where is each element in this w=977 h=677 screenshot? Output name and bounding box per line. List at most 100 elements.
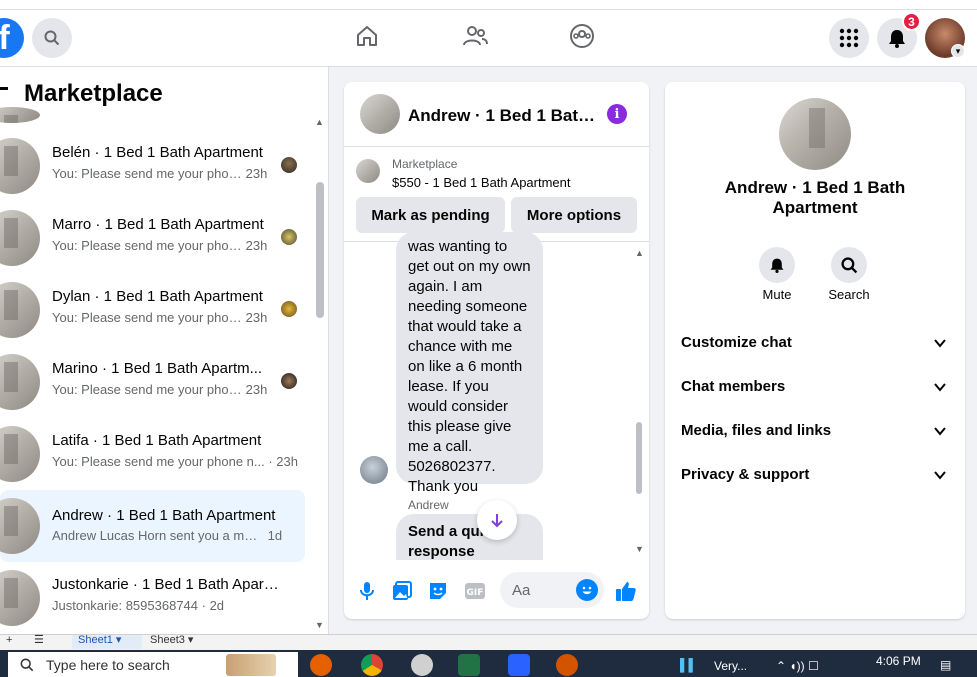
- back-arrow-icon[interactable]: [0, 87, 8, 90]
- chevron-down-icon: [934, 339, 946, 348]
- listing-thumbnail: [0, 498, 40, 554]
- sheet-list-icon[interactable]: ☰: [34, 635, 44, 649]
- clock-time[interactable]: 4:06 PM: [876, 654, 921, 668]
- bell-icon: [889, 30, 905, 48]
- sender-name: Andrew: [408, 498, 449, 512]
- conversation-item[interactable]: Marino · 1 Bed 1 Bath Apartm... You: Ple…: [0, 352, 305, 412]
- seen-avatar: [281, 157, 297, 173]
- conversation-preview: You: Please send me your phone n... · 23…: [52, 454, 298, 469]
- listing-thumbnail: [0, 354, 40, 410]
- sticker-button[interactable]: [427, 580, 449, 602]
- section-customize-chat[interactable]: Customize chat: [665, 322, 965, 366]
- arrow-down-icon: [491, 514, 503, 528]
- conversation-title: Dylan · 1 Bed 1 Bath Apartment: [52, 288, 263, 305]
- svg-text:GIF: GIF: [467, 588, 484, 598]
- app-icon[interactable]: [411, 654, 433, 676]
- info-icon[interactable]: i: [607, 104, 627, 124]
- facebook-logo[interactable]: f: [0, 18, 24, 58]
- groups-nav-button[interactable]: [568, 22, 596, 50]
- listing-bar: Marketplace $550 - 1 Bed 1 Bath Apartmen…: [344, 147, 649, 242]
- chevron-down-icon[interactable]: ▾: [951, 44, 965, 58]
- microphone-button[interactable]: [356, 580, 378, 602]
- top-nav: f 3 ▾: [0, 10, 977, 67]
- search-label: Search: [828, 287, 870, 302]
- chat-thumbnail[interactable]: [360, 94, 400, 134]
- friends-icon: [463, 26, 488, 46]
- chat-info-panel: Andrew · 1 Bed 1 Bath Apartment Mute Sea…: [665, 82, 965, 619]
- message-composer: GIF Aa: [344, 569, 649, 619]
- conversation-title: Andrew · 1 Bed 1 Bath Apartment: [52, 507, 276, 524]
- browser-strip: [0, 0, 977, 10]
- search-button[interactable]: [32, 18, 72, 58]
- friends-nav-button[interactable]: [461, 22, 489, 50]
- scroll-up-icon[interactable]: ▲: [635, 248, 644, 258]
- mute-button[interactable]: Mute: [747, 247, 807, 302]
- conversation-title: Justonkarie · 1 Bed 1 Bath Apart...: [52, 576, 280, 593]
- listing-thumbnail: [0, 426, 40, 482]
- listing-thumbnail: [0, 138, 40, 194]
- conversation-preview: You: Please send me your phon... 23h: [52, 166, 268, 181]
- like-button[interactable]: [615, 580, 637, 602]
- sender-avatar[interactable]: [360, 456, 388, 484]
- listing-thumbnail: [0, 570, 40, 626]
- listing-title[interactable]: $550 - 1 Bed 1 Bath Apartment: [392, 175, 571, 190]
- scroll-down-icon[interactable]: ▼: [315, 620, 324, 630]
- message-bubble: was wanting to get out on my own again. …: [396, 232, 543, 495]
- sticker-icon: [430, 583, 446, 599]
- inbox-scrollbar[interactable]: [316, 182, 324, 318]
- shield-app-icon[interactable]: [508, 654, 530, 676]
- taskbar-search[interactable]: Type here to search: [8, 652, 298, 677]
- listing-label: Marketplace: [392, 157, 458, 171]
- notification-center-icon[interactable]: ▤: [940, 658, 951, 672]
- chevron-down-icon: [934, 383, 946, 392]
- photo-icon: [393, 581, 412, 600]
- menu-button[interactable]: [829, 18, 869, 58]
- conversation-title: Latifa · 1 Bed 1 Bath Apartment: [52, 432, 262, 449]
- microphone-icon: [360, 582, 374, 600]
- section-chat-members[interactable]: Chat members: [665, 366, 965, 410]
- search-icon: [44, 30, 60, 46]
- section-privacy-support[interactable]: Privacy & support: [665, 454, 965, 498]
- conversation-item[interactable]: Belén · 1 Bed 1 Bath Apartment You: Plea…: [0, 136, 305, 196]
- conversation-item[interactable]: Latifa · 1 Bed 1 Bath Apartment You: Ple…: [0, 424, 305, 484]
- chat-title[interactable]: Andrew · 1 Bed 1 Bath...: [408, 106, 598, 126]
- section-media-files-links[interactable]: Media, files and links: [665, 410, 965, 454]
- windows-taskbar: Type here to search ▌▌ Very... ⌃ ◖)) ☐ 4…: [0, 650, 977, 677]
- excel-icon[interactable]: [458, 654, 480, 676]
- weather-text[interactable]: Very...: [714, 659, 747, 673]
- sheet-tab-3[interactable]: Sheet3 ▾: [150, 635, 193, 649]
- scroll-to-bottom-button[interactable]: [477, 500, 517, 540]
- seen-avatar: [281, 301, 297, 317]
- chat-scrollbar[interactable]: [636, 422, 642, 494]
- chrome-icon[interactable]: [361, 654, 383, 676]
- conversation-preview: You: Please send me your phon... 23h: [52, 382, 268, 397]
- quick-response-bubble[interactable]: Send a quick response: [396, 514, 543, 560]
- system-tray-icons[interactable]: ⌃ ◖)) ☐: [776, 659, 819, 673]
- conversation-item[interactable]: Marro · 1 Bed 1 Bath Apartment You: Plea…: [0, 208, 305, 268]
- conversation-item[interactable]: Dylan · 1 Bed 1 Bath Apartment You: Plea…: [0, 280, 305, 340]
- mark-pending-button[interactable]: Mark as pending: [356, 197, 505, 233]
- conversation-item-active[interactable]: Andrew · 1 Bed 1 Bath Apartment Andrew L…: [0, 490, 305, 562]
- grid-menu-icon: [839, 28, 859, 48]
- home-icon: [357, 26, 377, 46]
- firefox-icon[interactable]: [310, 654, 332, 676]
- conversation-preview: Justonkarie: 8595368744 · 2d: [52, 598, 225, 613]
- mute-label: Mute: [762, 287, 792, 302]
- home-nav-button[interactable]: [353, 22, 381, 50]
- search-icon: [840, 256, 857, 273]
- emoji-button[interactable]: [576, 579, 598, 601]
- listing-thumbnail[interactable]: [356, 159, 380, 183]
- gif-button[interactable]: GIF: [463, 580, 487, 602]
- active-app-icon[interactable]: [556, 654, 578, 676]
- search-conversation-button[interactable]: Search: [819, 247, 879, 302]
- sheet-tab-1[interactable]: Sheet1 ▾: [72, 635, 142, 649]
- more-options-button[interactable]: More options: [511, 197, 637, 233]
- add-sheet-icon[interactable]: +: [6, 635, 12, 649]
- thumbs-up-icon: [616, 582, 636, 601]
- listing-photo[interactable]: [779, 98, 851, 170]
- partial-thumbnail: [0, 107, 40, 123]
- photo-button[interactable]: [391, 580, 413, 602]
- scroll-up-icon[interactable]: ▲: [315, 117, 324, 127]
- scroll-down-icon[interactable]: ▼: [635, 544, 644, 554]
- conversation-item[interactable]: Justonkarie · 1 Bed 1 Bath Apart... Just…: [0, 568, 305, 628]
